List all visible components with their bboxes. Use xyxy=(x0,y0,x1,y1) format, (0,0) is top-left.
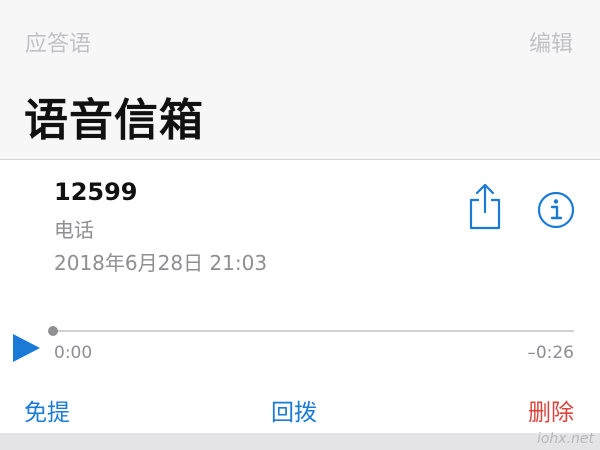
greeting-button[interactable]: 应答语 xyxy=(25,26,91,58)
edit-button[interactable]: 编辑 xyxy=(529,26,573,58)
play-button[interactable] xyxy=(8,330,44,366)
delete-button[interactable]: 删除 xyxy=(528,393,574,427)
bottom-strip xyxy=(0,433,600,450)
play-icon xyxy=(13,334,40,362)
info-button[interactable] xyxy=(536,190,576,230)
watermark: iohx.net xyxy=(536,431,594,447)
speaker-button[interactable]: 免提 xyxy=(24,393,70,427)
remaining-time: –0:26 xyxy=(527,343,574,363)
caller-label: 电话 xyxy=(54,218,94,242)
call-datetime: 2018年6月28日 21:03 xyxy=(54,251,268,275)
page-title: 语音信箱 xyxy=(24,95,204,146)
elapsed-time: 0:00 xyxy=(54,343,93,363)
header-divider xyxy=(0,159,600,160)
info-icon xyxy=(537,191,575,229)
scrubber-handle[interactable] xyxy=(48,326,58,336)
caller-number: 12599 xyxy=(54,178,138,206)
share-icon xyxy=(469,183,501,230)
share-button[interactable] xyxy=(465,182,505,232)
playback-scrubber[interactable] xyxy=(52,330,574,332)
call-back-button[interactable]: 回拨 xyxy=(271,393,317,427)
